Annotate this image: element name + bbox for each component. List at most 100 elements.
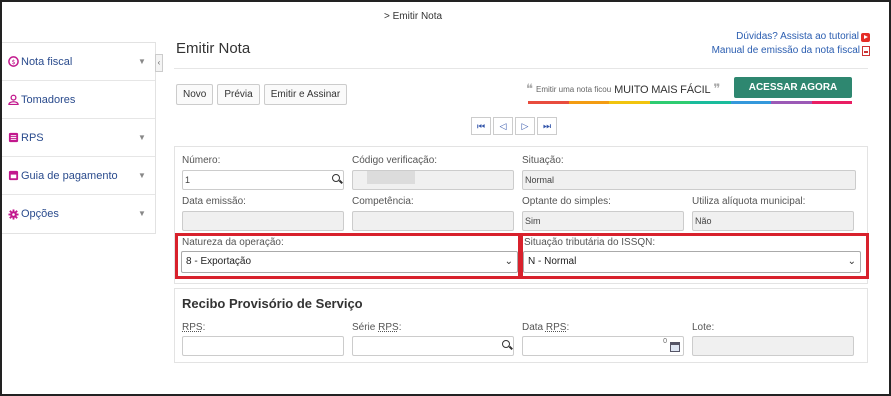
open-quote: ❝ [526,82,533,97]
situacao-tributaria-select[interactable]: N - Normal ⌄ [523,251,861,273]
search-icon[interactable] [502,340,510,348]
natureza-operacao-label: Natureza da operação: [182,237,284,248]
data-label-colon: : [566,322,570,333]
rps-label-abbr: RPS [182,322,203,333]
color-bar-segment [568,101,609,104]
toolbar: Novo Prévia Emitir e Assinar [176,84,348,105]
serie-rps-input[interactable] [352,336,514,356]
breadcrumb: > Emitir Nota [384,11,443,22]
sidebar-item-rps[interactable]: RPS ▼ [2,119,155,157]
serie-rps-label: Série RPS: [352,322,401,333]
color-bar-segment [730,101,771,104]
sidebar-item-label: Tomadores [21,93,76,106]
color-bar-segment [649,101,690,104]
natureza-operacao-select[interactable]: 8 - Exportação ⌄ [181,251,518,273]
chevron-down-icon: ⌄ [504,256,513,267]
situacao-field: Normal [522,170,856,190]
data-rps-input[interactable]: 0 [522,336,684,356]
natureza-operacao-value: 8 - Exportação [186,256,252,267]
svg-text:$: $ [11,58,15,66]
sidebar: $ Nota fiscal ▼ Tomadores RPS ▼ Guia de … [2,42,156,234]
receipt-icon [8,170,19,181]
search-icon[interactable] [332,174,340,182]
prev-record-button[interactable]: ◁ [493,117,513,135]
lote-label: Lote: [692,322,715,333]
numero-label: Número: [182,155,221,166]
next-record-button[interactable]: ▷ [515,117,535,135]
promo-banner: ❝ Emitir uma nota ficou MUITO MAIS FÁCIL… [526,82,720,97]
sidebar-item-opcoes[interactable]: Opções ▼ [2,195,155,233]
dollar-circle-icon: $ [8,56,19,67]
youtube-icon [861,32,870,42]
sidebar-item-label: Guia de pagamento [21,169,118,182]
gear-icon [8,208,19,220]
pdf-icon [862,46,870,56]
close-quote: ❞ [713,82,721,97]
chevron-down-icon: ▼ [138,133,146,142]
competencia-label: Competência: [352,196,414,207]
promo-color-bar [528,101,852,104]
sidebar-item-label: Opções [21,208,59,220]
rps-label-colon: : [202,322,206,333]
chevron-down-icon: ▼ [138,171,146,180]
user-icon [8,94,19,105]
serie-label-colon: : [398,322,402,333]
emit-and-sign-button[interactable]: Emitir e Assinar [263,84,348,105]
color-bar-segment [690,101,731,104]
optante-simples-label: Optante do simples: [522,196,611,207]
sidebar-item-guia-de-pagamento[interactable]: Guia de pagamento ▼ [2,157,155,195]
manual-link[interactable]: Manual de emissão da nota fiscal [712,44,870,58]
manual-link-label: Manual de emissão da nota fiscal [711,45,860,56]
date-marker: 0 [663,338,667,345]
sidebar-item-label: RPS [21,131,44,144]
tutorial-link-label: Dúvidas? Assista ao tutorial [736,31,859,42]
aliquota-municipal-field: Não [692,211,854,231]
numero-value: 1 [185,175,191,185]
serie-label-abbr: RPS [378,322,399,333]
competencia-field [352,211,514,231]
record-pager: ⏮ ◁ ▷ ⏭ [471,117,557,135]
chevron-down-icon: ▼ [138,209,146,218]
title-divider [174,68,868,69]
list-icon [8,132,19,143]
sidebar-item-tomadores[interactable]: Tomadores [2,81,155,119]
last-record-button[interactable]: ⏭ [537,117,557,135]
situacao-label: Situação: [522,155,564,166]
data-emissao-label: Data emissão: [182,196,246,207]
sidebar-item-nota-fiscal[interactable]: $ Nota fiscal ▼ [2,43,155,81]
data-emissao-field [182,211,344,231]
color-bar-segment [771,101,812,104]
lote-field [692,336,854,356]
new-button[interactable]: Novo [176,84,214,105]
sidebar-collapse-button[interactable]: ‹ [155,54,163,72]
sidebar-item-label: Nota fiscal [21,55,73,68]
rps-number-input[interactable] [182,336,344,356]
chevron-down-icon: ⌄ [847,256,856,267]
page-title: Emitir Nota [176,40,251,57]
promo-highlight: MUITO MAIS FÁCIL [614,83,711,96]
promo-text: Emitir uma nota ficou [536,85,612,94]
color-bar-segment [609,101,650,104]
color-bar-segment [528,101,569,104]
rps-section-title: Recibo Provisório de Serviço [182,296,363,311]
chevron-down-icon: ▼ [138,57,146,66]
numero-field[interactable]: 1 [182,170,344,190]
codigo-verificacao-label: Código verificação: [352,155,438,166]
access-now-button[interactable]: ACESSAR AGORA [734,77,852,98]
calendar-icon[interactable] [670,342,680,352]
data-label-text: Data [522,322,546,333]
redacted-code [367,171,415,184]
situacao-tributaria-label: Situação tributária do ISSQN: [524,237,656,248]
situacao-tributaria-value: N - Normal [528,256,577,267]
first-record-button[interactable]: ⏮ [471,117,491,135]
tutorial-link[interactable]: Dúvidas? Assista ao tutorial [712,30,870,44]
serie-label-text: Série [352,322,379,333]
optante-simples-field: Sim [522,211,684,231]
data-label-abbr: RPS [545,322,567,333]
rps-label: RPS: [182,322,205,333]
color-bar-segment [811,101,852,104]
data-rps-label: Data RPS: [522,322,569,333]
help-links: Dúvidas? Assista ao tutorial Manual de e… [712,30,870,58]
aliquota-municipal-label: Utiliza alíquota municipal: [692,196,806,207]
preview-button[interactable]: Prévia [217,84,260,105]
